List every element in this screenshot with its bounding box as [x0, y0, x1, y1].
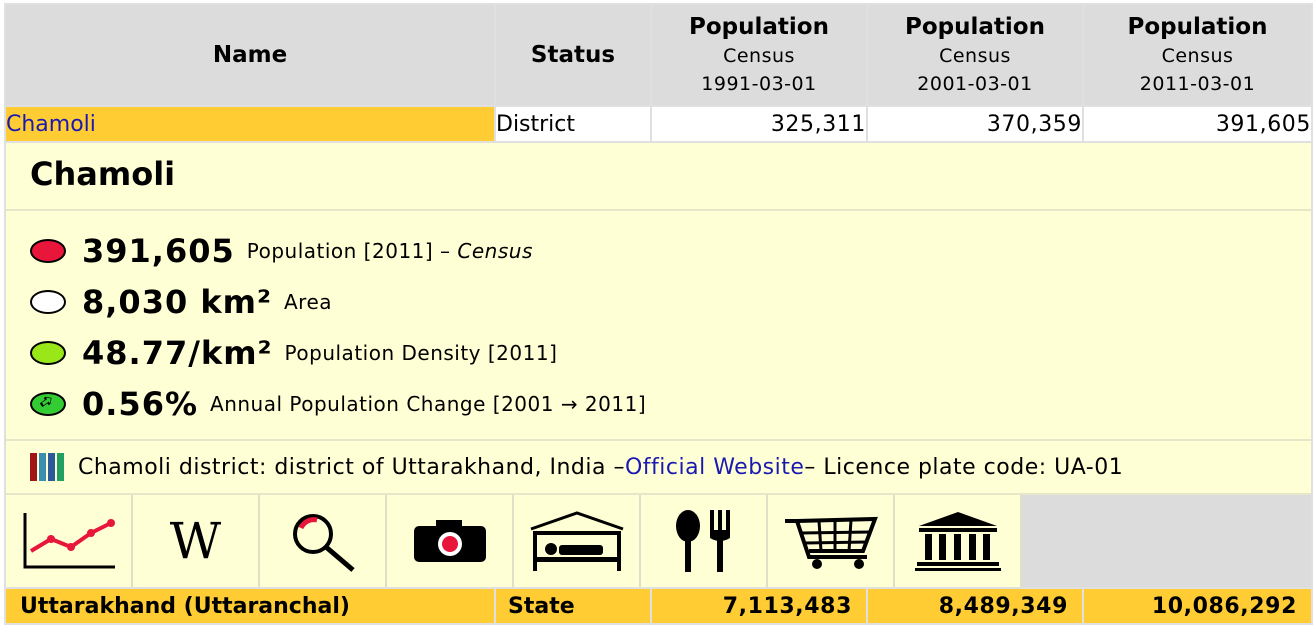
- state-pop-1991: 7,113,483: [650, 587, 868, 625]
- stat-area: 8,030 km² Area: [30, 276, 1311, 327]
- state-row[interactable]: Uttarakhand (Uttaranchal) State 7,113,48…: [4, 587, 1313, 625]
- official-website-link[interactable]: Official Website: [625, 455, 804, 480]
- population-widget: Name Status Population Census 1991-03-01…: [0, 0, 1315, 629]
- change-label: Annual Population Change [2001 → 2011]: [210, 391, 647, 416]
- district-name-cell: Chamoli: [4, 105, 496, 143]
- red-dot-icon: [30, 238, 66, 263]
- district-status: District: [494, 105, 652, 143]
- wikipedia-icon[interactable]: W: [133, 495, 260, 587]
- toolbar-filler: [1022, 495, 1311, 587]
- population-1991-header[interactable]: Population Census 1991-03-01: [650, 3, 868, 107]
- info-row: Chamoli 391,605 Population [2011] – Cens…: [4, 141, 1313, 589]
- district-name-link[interactable]: Chamoli: [6, 112, 96, 137]
- change-value: 0.56%: [82, 384, 199, 423]
- state-status: State: [494, 587, 652, 625]
- state-name[interactable]: Uttarakhand (Uttaranchal): [4, 587, 496, 625]
- status-header[interactable]: Status: [494, 3, 652, 107]
- stats-list: 391,605 Population [2011] – Census 8,030…: [6, 211, 1311, 441]
- hotel-icon[interactable]: [514, 495, 641, 587]
- name-header[interactable]: Name: [4, 3, 496, 107]
- shopping-cart-icon[interactable]: [768, 495, 895, 587]
- population-2011-header[interactable]: Population Census 2011-03-01: [1082, 3, 1313, 107]
- census-source: Census: [457, 238, 533, 263]
- licence-plate-text: – Licence plate code: UA-01: [804, 454, 1124, 480]
- area-value: 8,030 km²: [82, 282, 272, 321]
- district-pop-1991: 325,311: [650, 105, 868, 143]
- info-panel: Chamoli 391,605 Population [2011] – Cens…: [4, 141, 1313, 589]
- growth-arrow-icon: ➪: [30, 388, 66, 416]
- density-label: Population Density [2011]: [284, 340, 558, 365]
- description-line: Chamoli district: district of Uttarakhan…: [6, 441, 1311, 495]
- chart-icon[interactable]: [6, 495, 133, 587]
- district-row[interactable]: Chamoli District 325,311 370,359 391,605: [4, 105, 1313, 143]
- stat-change: ➪ 0.56% Annual Population Change [2001 →…: [30, 378, 1311, 429]
- camera-icon[interactable]: [387, 495, 514, 587]
- info-title: Chamoli: [6, 143, 1311, 211]
- district-pop-2011: 391,605: [1082, 105, 1313, 143]
- population-2001-header[interactable]: Population Census 2001-03-01: [866, 3, 1084, 107]
- stat-population: 391,605 Population [2011] – Census: [30, 225, 1311, 276]
- population-label: Population [2011] – Census: [246, 238, 533, 263]
- stat-density: 48.77/km² Population Density [2011]: [30, 327, 1311, 378]
- restaurant-icon[interactable]: [641, 495, 768, 587]
- population-table: Name Status Population Census 1991-03-01…: [4, 3, 1313, 625]
- museum-icon[interactable]: [895, 495, 1022, 587]
- area-label: Area: [284, 289, 333, 314]
- density-value: 48.77/km²: [82, 333, 273, 372]
- description-text: Chamoli district: district of Uttarakhan…: [78, 454, 625, 480]
- state-pop-2001: 8,489,349: [866, 587, 1084, 625]
- state-pop-2011: 10,086,292: [1082, 587, 1313, 625]
- flag-icon: [30, 453, 66, 481]
- white-dot-icon: [30, 289, 66, 314]
- search-icon[interactable]: [260, 495, 387, 587]
- district-pop-2001: 370,359: [866, 105, 1084, 143]
- green-dot-icon: [30, 340, 66, 365]
- population-value: 391,605: [82, 231, 235, 270]
- icon-toolbar: W: [6, 495, 1311, 587]
- header-row: Name Status Population Census 1991-03-01…: [4, 3, 1313, 107]
